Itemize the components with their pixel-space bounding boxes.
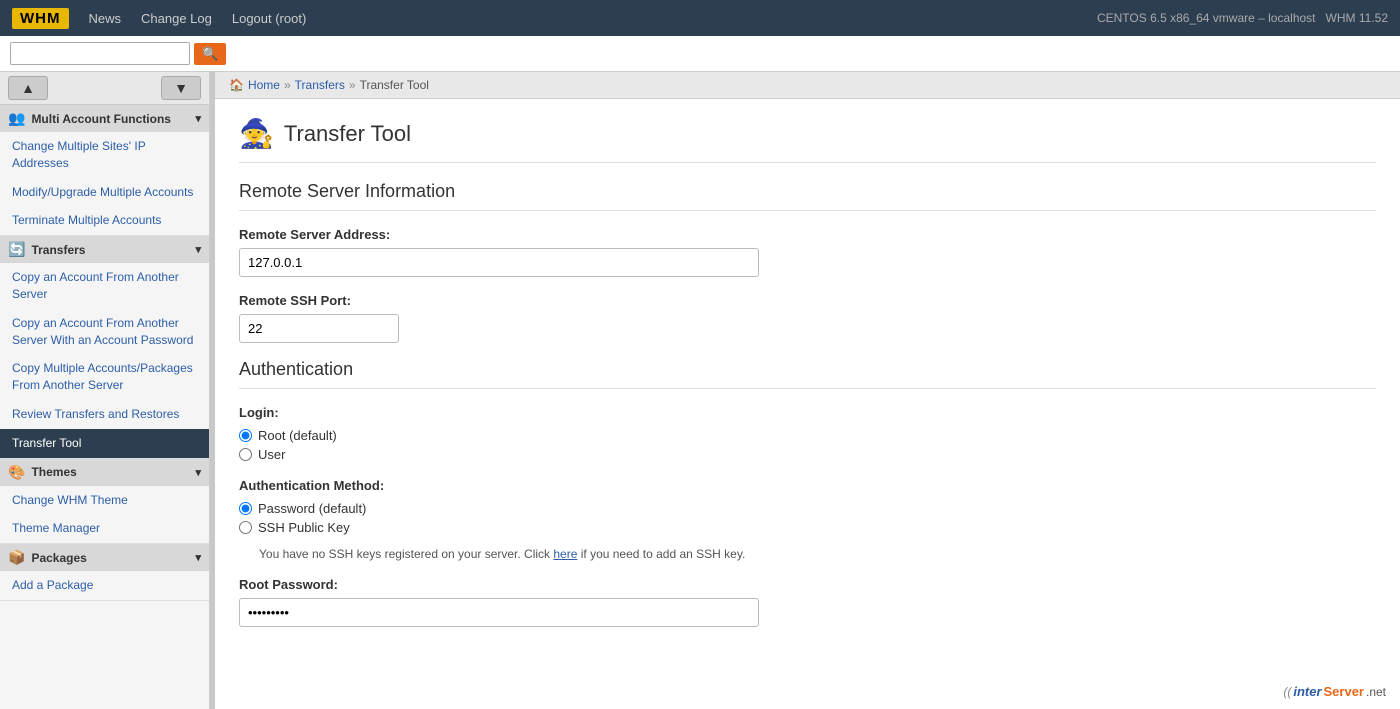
sidebar-section-packages: 📦 Packages ▾ Add a Package (0, 544, 209, 601)
ssh-note-prefix: You have no SSH keys registered on your … (259, 547, 553, 561)
login-radio-group: Root (default) User (239, 428, 1376, 462)
breadcrumb-sep-1: » (284, 78, 291, 92)
login-root-label: Root (default) (258, 428, 337, 443)
themes-icon: 🎨 (8, 464, 25, 481)
remote-ssh-port-label: Remote SSH Port: (239, 293, 1376, 308)
auth-method-label: Authentication Method: (239, 478, 1376, 493)
home-icon: 🏠 (229, 78, 244, 92)
sidebar-item-copy-multiple-accounts[interactable]: Copy Multiple Accounts/Packages From Ano… (0, 354, 209, 400)
sidebar-item-review-transfers[interactable]: Review Transfers and Restores (0, 400, 209, 429)
content-area: 🧙 Transfer Tool Remote Server Informatio… (215, 99, 1400, 665)
packages-chevron: ▾ (195, 551, 201, 564)
login-radio-user[interactable] (239, 448, 252, 461)
login-user-label: User (258, 447, 285, 462)
login-option-user[interactable]: User (239, 447, 1376, 462)
search-button[interactable]: 🔍 (194, 43, 226, 65)
sidebar-section-label-packages: Packages (31, 551, 86, 565)
transfers-chevron: ▾ (195, 243, 201, 256)
page-title: Transfer Tool (284, 121, 411, 147)
remote-server-address-group: Remote Server Address: (239, 227, 1376, 277)
sidebar-section-header-packages[interactable]: 📦 Packages ▾ (0, 544, 209, 571)
transfers-icon: 🔄 (8, 241, 25, 258)
remote-ssh-port-group: Remote SSH Port: (239, 293, 1376, 343)
topbar-server-info: CENTOS 6.5 x86_64 vmware – localhost WHM… (1097, 11, 1388, 25)
main-content: 🏠 Home » Transfers » Transfer Tool 🧙 Tra… (215, 72, 1400, 709)
sidebar-section-header-themes[interactable]: 🎨 Themes ▾ (0, 459, 209, 486)
sidebar-section-label-transfers: Transfers (31, 243, 85, 257)
ssh-note-suffix: if you need to add an SSH key. (577, 547, 745, 561)
auth-method-option-ssh[interactable]: SSH Public Key (239, 520, 1376, 535)
sidebar-section-themes: 🎨 Themes ▾ Change WHM Theme Theme Manage… (0, 459, 209, 545)
breadcrumb-sep-2: » (349, 78, 356, 92)
topbar-left: WHM News Change Log Logout (root) (12, 8, 306, 29)
breadcrumb-current: Transfer Tool (360, 78, 429, 92)
remote-ssh-port-input[interactable] (239, 314, 399, 343)
packages-icon: 📦 (8, 549, 25, 566)
sidebar-section-label-multi-account: Multi Account Functions (31, 112, 171, 126)
scroll-down-button[interactable]: ▼ (161, 76, 201, 100)
remote-server-section: Remote Server Information Remote Server … (239, 181, 1376, 343)
nav-news[interactable]: News (89, 11, 122, 26)
nav-logout[interactable]: Logout (root) (232, 11, 306, 26)
page-title-row: 🧙 Transfer Tool (239, 117, 1376, 163)
nav-changelog[interactable]: Change Log (141, 11, 212, 26)
sidebar-item-change-multiple-sites-ip[interactable]: Change Multiple Sites' IP Addresses (0, 132, 209, 178)
breadcrumb-home[interactable]: Home (248, 78, 280, 92)
login-radio-root[interactable] (239, 429, 252, 442)
authentication-section: Authentication Login: Root (default) Use… (239, 359, 1376, 627)
auth-method-password-label: Password (default) (258, 501, 366, 516)
breadcrumb-transfers[interactable]: Transfers (295, 78, 345, 92)
multi-account-chevron: ▾ (195, 112, 201, 125)
authentication-section-title: Authentication (239, 359, 1376, 389)
multi-account-icon: 👥 (8, 110, 25, 127)
sidebar-section-transfers: 🔄 Transfers ▾ Copy an Account From Anoth… (0, 236, 209, 458)
auth-method-ssh-label: SSH Public Key (258, 520, 350, 535)
breadcrumb: 🏠 Home » Transfers » Transfer Tool (215, 72, 1400, 99)
remote-server-address-input[interactable] (239, 248, 759, 277)
sidebar-item-add-package[interactable]: Add a Package (0, 571, 209, 600)
scroll-up-button[interactable]: ▲ (8, 76, 48, 100)
auth-method-radio-password[interactable] (239, 502, 252, 515)
page-title-icon: 🧙 (239, 117, 274, 150)
auth-method-radio-ssh[interactable] (239, 521, 252, 534)
searchbar: 🔍 (0, 36, 1400, 72)
sidebar-scroll-controls: ▲ ▼ (0, 72, 209, 105)
sidebar-item-change-whm-theme[interactable]: Change WHM Theme (0, 486, 209, 515)
whm-logo: WHM (12, 8, 69, 29)
sidebar: ▲ ▼ 👥 Multi Account Functions ▾ Change M… (0, 72, 210, 709)
sidebar-section-label-themes: Themes (31, 465, 76, 479)
login-option-root[interactable]: Root (default) (239, 428, 1376, 443)
sidebar-section-multi-account: 👥 Multi Account Functions ▾ Change Multi… (0, 105, 209, 236)
remote-server-section-title: Remote Server Information (239, 181, 1376, 211)
layout: ▲ ▼ 👥 Multi Account Functions ▾ Change M… (0, 72, 1400, 709)
login-label: Login: (239, 405, 1376, 420)
themes-chevron: ▾ (195, 466, 201, 479)
auth-method-group: Authentication Method: Password (default… (239, 478, 1376, 561)
sidebar-item-modify-upgrade-multiple[interactable]: Modify/Upgrade Multiple Accounts (0, 178, 209, 207)
sidebar-item-theme-manager[interactable]: Theme Manager (0, 514, 209, 543)
sidebar-item-terminate-multiple[interactable]: Terminate Multiple Accounts (0, 206, 209, 235)
sidebar-section-header-multi-account[interactable]: 👥 Multi Account Functions ▾ (0, 105, 209, 132)
sidebar-item-copy-account-another-server[interactable]: Copy an Account From Another Server (0, 263, 209, 309)
root-password-input[interactable] (239, 598, 759, 627)
interserver-logo: (( interServer.net (1283, 684, 1386, 699)
topbar: WHM News Change Log Logout (root) CENTOS… (0, 0, 1400, 36)
ssh-note-link[interactable]: here (553, 547, 577, 561)
auth-method-option-password[interactable]: Password (default) (239, 501, 1376, 516)
ssh-note: You have no SSH keys registered on your … (259, 547, 1376, 561)
root-password-label: Root Password: (239, 577, 1376, 592)
login-group: Login: Root (default) User (239, 405, 1376, 462)
search-input[interactable] (10, 42, 190, 65)
sidebar-section-header-transfers[interactable]: 🔄 Transfers ▾ (0, 236, 209, 263)
auth-method-radio-group: Password (default) SSH Public Key (239, 501, 1376, 535)
remote-server-address-label: Remote Server Address: (239, 227, 1376, 242)
sidebar-item-copy-account-password[interactable]: Copy an Account From Another Server With… (0, 309, 209, 355)
sidebar-item-transfer-tool[interactable]: Transfer Tool (0, 429, 209, 458)
root-password-group: Root Password: (239, 577, 1376, 627)
